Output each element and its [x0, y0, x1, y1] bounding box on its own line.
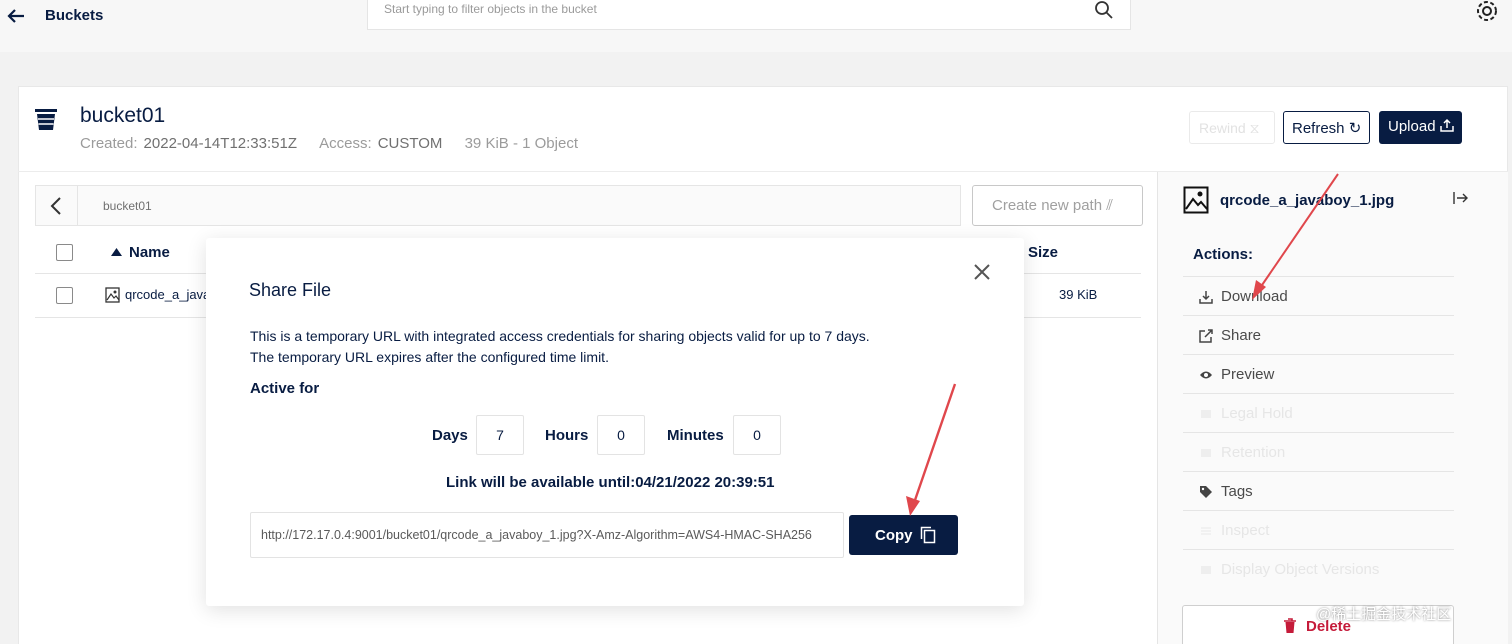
minutes-input[interactable]: [733, 415, 781, 455]
description-line-2: The temporary URL expires after the conf…: [250, 349, 609, 365]
days-label: Days: [432, 427, 468, 444]
description-line-1: This is a temporary URL with integrated …: [250, 328, 870, 344]
watermark: @稀土掘金技术社区: [1316, 606, 1452, 623]
hours-label: Hours: [545, 427, 589, 444]
share-url-field[interactable]: [250, 512, 844, 558]
share-file-dialog: Share File This is a temporary URL with …: [206, 238, 1024, 606]
copy-label: Copy: [875, 527, 913, 544]
active-for-label: Active for: [250, 380, 320, 397]
copy-button[interactable]: Copy: [849, 515, 958, 555]
close-icon[interactable]: [973, 263, 991, 281]
dialog-description: This is a temporary URL with integrated …: [250, 326, 870, 368]
copy-icon: [920, 526, 936, 544]
link-expiry-text: Link will be available until:04/21/2022 …: [446, 474, 775, 491]
days-input[interactable]: [476, 415, 524, 455]
dialog-title: Share File: [249, 280, 332, 300]
hours-input[interactable]: [597, 415, 645, 455]
minutes-label: Minutes: [667, 427, 724, 444]
